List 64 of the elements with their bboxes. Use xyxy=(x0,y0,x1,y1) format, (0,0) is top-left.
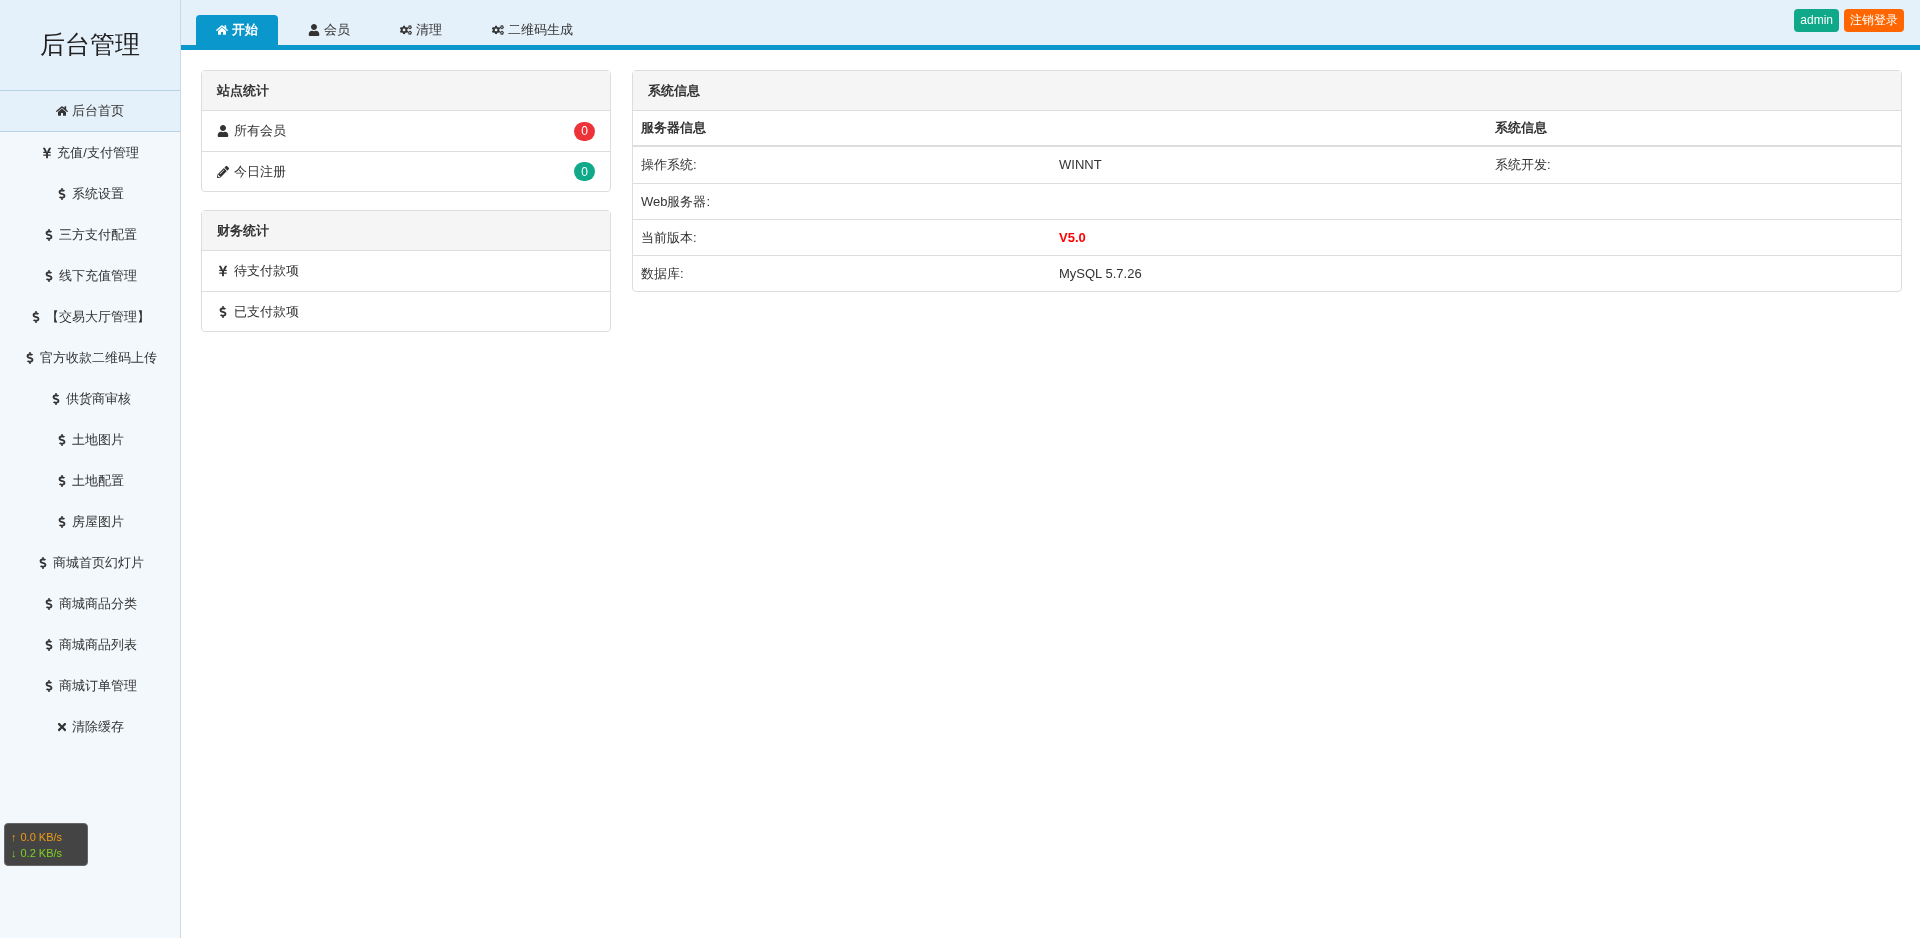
gears-icon xyxy=(400,24,412,36)
sidebar-item[interactable]: 土地配置 xyxy=(0,460,180,501)
panel-title: 系统信息 xyxy=(648,81,700,100)
pencil-icon xyxy=(217,165,229,178)
sidebar-item[interactable]: 商城商品列表 xyxy=(0,624,180,665)
dollar-icon xyxy=(43,228,55,241)
column-header: 系统信息 xyxy=(1495,119,1548,138)
user-icon xyxy=(217,125,229,137)
user-icon xyxy=(308,24,320,36)
stat-label: 待支付款项 xyxy=(234,262,299,281)
panel-title: 站点统计 xyxy=(217,81,269,100)
sidebar-item[interactable]: 后台首页 xyxy=(0,91,180,132)
stat-label: 已支付款项 xyxy=(234,302,299,321)
dollar-icon xyxy=(30,310,42,323)
sidebar-item[interactable]: 土地图片 xyxy=(0,419,180,460)
count-badge: 0 xyxy=(574,162,595,181)
stat-label: 今日注册 xyxy=(234,162,286,181)
dollar-icon xyxy=(43,597,55,610)
table-cell: 系统开发: xyxy=(1495,157,1551,173)
sidebar-item[interactable]: 线下充值管理 xyxy=(0,255,180,296)
table-cell-text: 操作系统: xyxy=(641,156,698,175)
gears-icon xyxy=(492,24,504,36)
dollar-icon xyxy=(56,474,68,487)
nav-tab[interactable]: 清理 xyxy=(380,15,462,45)
stat-label: 所有会员 xyxy=(234,122,286,141)
dollar-icon xyxy=(56,515,68,528)
dollar-icon xyxy=(43,638,55,651)
yen-icon xyxy=(217,265,229,277)
sidebar-item[interactable]: 商城订单管理 xyxy=(0,665,180,706)
sidebar-item[interactable]: 官方收款二维码上传 xyxy=(0,337,180,378)
sidebar-item[interactable]: 清除缓存 xyxy=(0,706,180,747)
home-icon xyxy=(216,24,228,36)
table-cell: MySQL 5.7.26 xyxy=(1059,265,1142,281)
speed-reading: 0.0 KB/s xyxy=(20,829,63,845)
close-icon xyxy=(56,720,68,733)
sidebar-item[interactable]: 商城商品分类 xyxy=(0,583,180,624)
speed-reading: 0.2 KB/s xyxy=(20,845,63,861)
sidebar-item[interactable]: 系统设置 xyxy=(0,173,180,214)
panel-title: 财务统计 xyxy=(217,221,269,240)
table-cell-text: 数据库: xyxy=(641,264,685,283)
yen-icon xyxy=(41,146,54,159)
sidebar-item[interactable]: 三方支付配置 xyxy=(0,214,180,255)
speed-arrow: ↓ xyxy=(11,845,17,861)
table-cell: WINNT xyxy=(1059,157,1102,173)
dollar-icon xyxy=(56,187,68,200)
column-header: 服务器信息 xyxy=(641,119,707,138)
dollar-icon xyxy=(43,269,55,282)
sidebar-item[interactable]: 商城首页幻灯片 xyxy=(0,542,180,583)
dollar-icon xyxy=(217,305,229,318)
sidebar-item[interactable]: 【交易大厅管理】 xyxy=(0,296,180,337)
home-icon xyxy=(56,105,68,117)
nav-tab[interactable]: 会员 xyxy=(288,15,370,45)
nav-tab[interactable]: 二维码生成 xyxy=(472,15,593,45)
sidebar-item[interactable]: 房屋图片 xyxy=(0,501,180,542)
speed-arrow: ↑ xyxy=(11,829,17,845)
table-cell-text: Web服务器: xyxy=(641,192,712,211)
sidebar-item[interactable]: 供货商审核 xyxy=(0,378,180,419)
table-cell-text: 当前版本: xyxy=(641,228,698,247)
table-cell: V5.0 xyxy=(1059,229,1086,245)
dollar-icon xyxy=(56,433,68,446)
sidebar-item[interactable]: 充值/支付管理 xyxy=(0,132,180,173)
dollar-icon xyxy=(43,679,55,692)
app-title: 后台管理 xyxy=(40,29,140,61)
count-badge: 0 xyxy=(574,121,595,141)
